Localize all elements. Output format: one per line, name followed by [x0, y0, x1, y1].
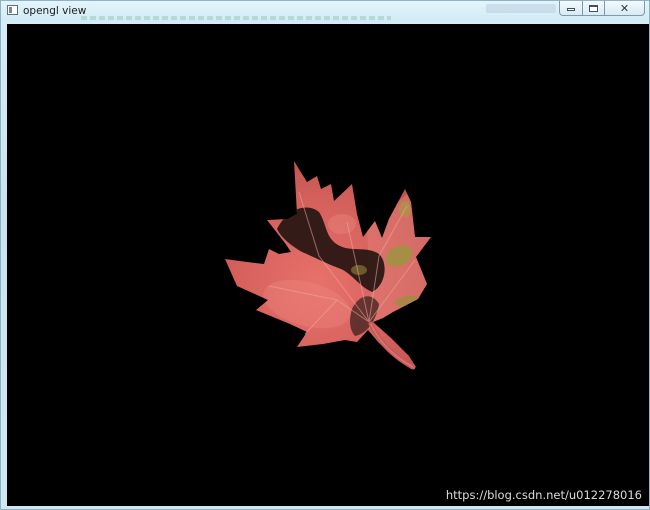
window-title: opengl view	[23, 5, 87, 17]
maple-leaf-texture	[225, 161, 431, 370]
window-app-icon[interactable]	[7, 5, 18, 15]
minimize-button[interactable]	[559, 1, 583, 16]
watermark-text: https://blog.csdn.net/u012278016	[445, 488, 642, 502]
close-button[interactable]: ✕	[605, 1, 645, 16]
window-controls: ✕	[559, 1, 645, 16]
title-bar[interactable]: opengl view ✕	[1, 1, 649, 22]
app-window: opengl view ✕ https://blog.csdn.net/u012…	[0, 0, 650, 510]
opengl-viewport[interactable]: https://blog.csdn.net/u012278016	[7, 24, 649, 506]
minimize-icon	[567, 8, 575, 11]
close-icon: ✕	[619, 1, 630, 15]
maximize-button[interactable]	[583, 1, 605, 16]
background-blur	[81, 16, 391, 20]
maximize-icon	[589, 4, 598, 12]
leaf-group	[225, 161, 431, 370]
background-blur	[486, 4, 556, 13]
